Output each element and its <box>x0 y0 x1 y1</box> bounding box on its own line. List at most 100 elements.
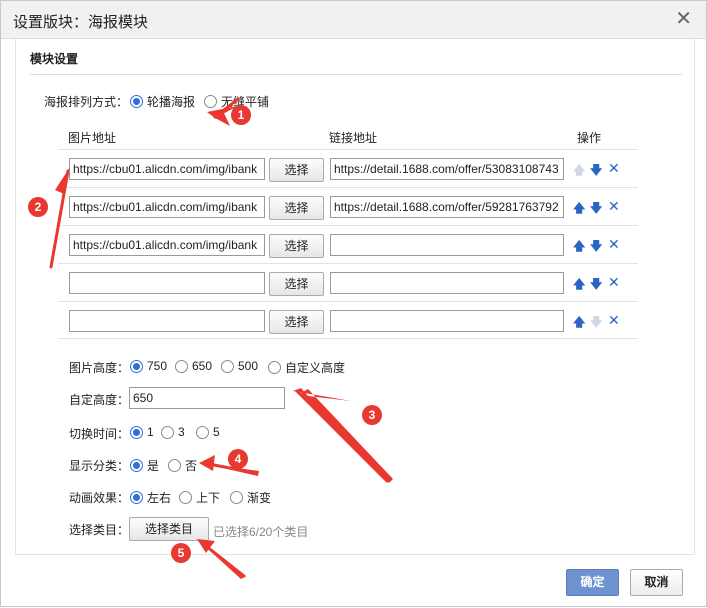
link-url-input[interactable] <box>330 234 564 256</box>
delete-icon[interactable]: ✕ <box>608 199 620 213</box>
delete-icon[interactable]: ✕ <box>608 313 620 327</box>
switch-time-option-5[interactable]: 5 <box>196 425 220 439</box>
radio-checked-icon[interactable] <box>130 425 143 439</box>
radio-label: 轮播海报 <box>147 95 196 109</box>
radio-label: 3 <box>178 425 185 439</box>
radio-label: 左右 <box>147 491 172 505</box>
radio-unchecked-icon[interactable] <box>175 359 188 373</box>
poster-module-dialog: 设置版块：海报模块 ✕ 模块设置 海报排列方式： 轮播海报 无缝平铺 图片地址 … <box>0 0 707 607</box>
animation-option-fade[interactable]: 渐变 <box>230 489 271 506</box>
radio-unchecked-icon[interactable] <box>268 361 281 374</box>
image-height-option-custom[interactable]: 自定义高度 <box>268 359 345 376</box>
delete-icon[interactable]: ✕ <box>608 161 620 175</box>
image-height-label: 图片高度： <box>69 361 130 375</box>
table-row: https://cbu01.alicdn.com/img/ibank 选择 ht… <box>58 149 638 187</box>
select-image-button[interactable]: 选择 <box>269 272 324 296</box>
select-category-button[interactable]: 选择类目 <box>129 517 209 541</box>
radio-label: 500 <box>238 359 259 373</box>
select-image-button[interactable]: 选择 <box>269 234 324 258</box>
image-url-input[interactable]: https://cbu01.alicdn.com/img/ibank <box>69 234 265 256</box>
show-category-option-no[interactable]: 否 <box>168 457 197 474</box>
image-url-input[interactable] <box>69 310 265 332</box>
radio-checked-icon[interactable] <box>130 491 143 504</box>
image-url-input[interactable] <box>69 272 265 294</box>
close-icon[interactable]: ✕ <box>675 8 692 30</box>
annotation-badge-5: 5 <box>171 543 191 563</box>
dialog-content: 模块设置 海报排列方式： 轮播海报 无缝平铺 图片地址 链接地址 操作 http… <box>15 39 695 554</box>
ok-button[interactable]: 确定 <box>566 569 619 596</box>
arrow-up-icon[interactable]: 🡅 <box>573 278 585 290</box>
link-url-input[interactable] <box>330 310 564 332</box>
arrow-down-icon: 🡇 <box>590 315 603 329</box>
animation-option-horizontal[interactable]: 左右 <box>130 489 171 506</box>
column-header-link: 链接地址 <box>329 131 378 145</box>
image-height-option-650[interactable]: 650 <box>175 359 212 373</box>
radio-unchecked-icon[interactable] <box>204 95 217 108</box>
image-url-input[interactable]: https://cbu01.alicdn.com/img/ibank <box>69 158 265 180</box>
link-url-input[interactable]: https://detail.1688.com/offer/5928176379… <box>330 196 564 218</box>
annotation-badge-3: 3 <box>362 405 382 425</box>
show-category-option-yes[interactable]: 是 <box>130 457 159 474</box>
radio-unchecked-icon[interactable] <box>168 459 181 472</box>
arrow-up-icon[interactable]: 🡅 <box>573 240 585 252</box>
image-height-option-750[interactable]: 750 <box>130 359 167 373</box>
arrow-up-icon[interactable]: 🡅 <box>573 316 585 328</box>
arrow-down-icon[interactable]: 🡇 <box>590 278 602 290</box>
radio-label: 渐变 <box>247 491 272 505</box>
radio-checked-icon[interactable] <box>130 95 143 108</box>
radio-unchecked-icon[interactable] <box>230 491 243 504</box>
dialog-title: 设置版块：海报模块 <box>13 14 149 31</box>
animation-label: 动画效果： <box>69 491 130 505</box>
radio-unchecked-icon[interactable] <box>221 359 234 373</box>
radio-unchecked-icon[interactable] <box>179 491 192 504</box>
show-category-label: 显示分类： <box>69 459 130 473</box>
radio-label: 1 <box>147 425 154 439</box>
switch-time-label: 切换时间： <box>69 427 130 441</box>
link-url-input[interactable]: https://detail.1688.com/offer/5308310874… <box>330 158 564 180</box>
section-title: 模块设置 <box>30 52 79 66</box>
annotation-badge-4: 4 <box>228 449 248 469</box>
custom-height-input[interactable]: 650 <box>129 387 285 409</box>
arrow-down-icon[interactable]: 🡇 <box>590 164 602 176</box>
radio-label: 5 <box>213 425 220 439</box>
select-image-button[interactable]: 选择 <box>269 196 324 220</box>
radio-label: 自定义高度 <box>285 361 346 375</box>
annotation-badge-1: 1 <box>231 105 251 125</box>
link-url-input[interactable] <box>330 272 564 294</box>
radio-unchecked-icon[interactable] <box>196 425 209 439</box>
image-height-option-500[interactable]: 500 <box>221 359 258 373</box>
custom-height-label: 自定高度： <box>69 393 130 407</box>
category-select-label: 选择类目： <box>69 523 130 537</box>
table-row: 选择 🡅 🡇 ✕ <box>58 301 638 339</box>
switch-time-option-3[interactable]: 3 <box>161 425 185 439</box>
switch-time-option-1[interactable]: 1 <box>130 425 154 439</box>
delete-icon[interactable]: ✕ <box>608 237 620 251</box>
select-image-button[interactable]: 选择 <box>269 158 324 182</box>
radio-label: 650 <box>192 359 213 373</box>
category-selection-hint: 已选择6/20个类目 <box>213 525 309 539</box>
radio-checked-icon[interactable] <box>130 459 143 472</box>
select-image-button[interactable]: 选择 <box>269 310 324 334</box>
section-divider <box>30 74 682 75</box>
annotation-badge-2: 2 <box>28 197 48 217</box>
arrow-up-icon[interactable]: 🡅 <box>573 202 585 214</box>
radio-label: 是 <box>147 459 160 473</box>
radio-checked-icon[interactable] <box>130 359 143 373</box>
dialog-titlebar: 设置版块：海报模块 ✕ <box>1 1 706 39</box>
layout-mode-label: 海报排列方式： <box>44 95 129 109</box>
column-header-image: 图片地址 <box>68 131 117 145</box>
radio-unchecked-icon[interactable] <box>161 425 174 439</box>
arrow-down-icon[interactable]: 🡇 <box>590 202 602 214</box>
table-row: 选择 🡅 🡇 ✕ <box>58 263 638 301</box>
animation-option-vertical[interactable]: 上下 <box>179 489 220 506</box>
image-url-input[interactable]: https://cbu01.alicdn.com/img/ibank <box>69 196 265 218</box>
radio-label: 上下 <box>196 491 221 505</box>
radio-label: 否 <box>185 459 198 473</box>
table-row: https://cbu01.alicdn.com/img/ibank 选择 🡅 … <box>58 225 638 263</box>
column-header-actions: 操作 <box>577 131 602 145</box>
layout-mode-option-carousel[interactable]: 轮播海报 <box>130 93 195 110</box>
table-row: https://cbu01.alicdn.com/img/ibank 选择 ht… <box>58 187 638 225</box>
cancel-button[interactable]: 取消 <box>630 569 683 596</box>
arrow-down-icon[interactable]: 🡇 <box>590 240 602 252</box>
delete-icon[interactable]: ✕ <box>608 275 620 289</box>
